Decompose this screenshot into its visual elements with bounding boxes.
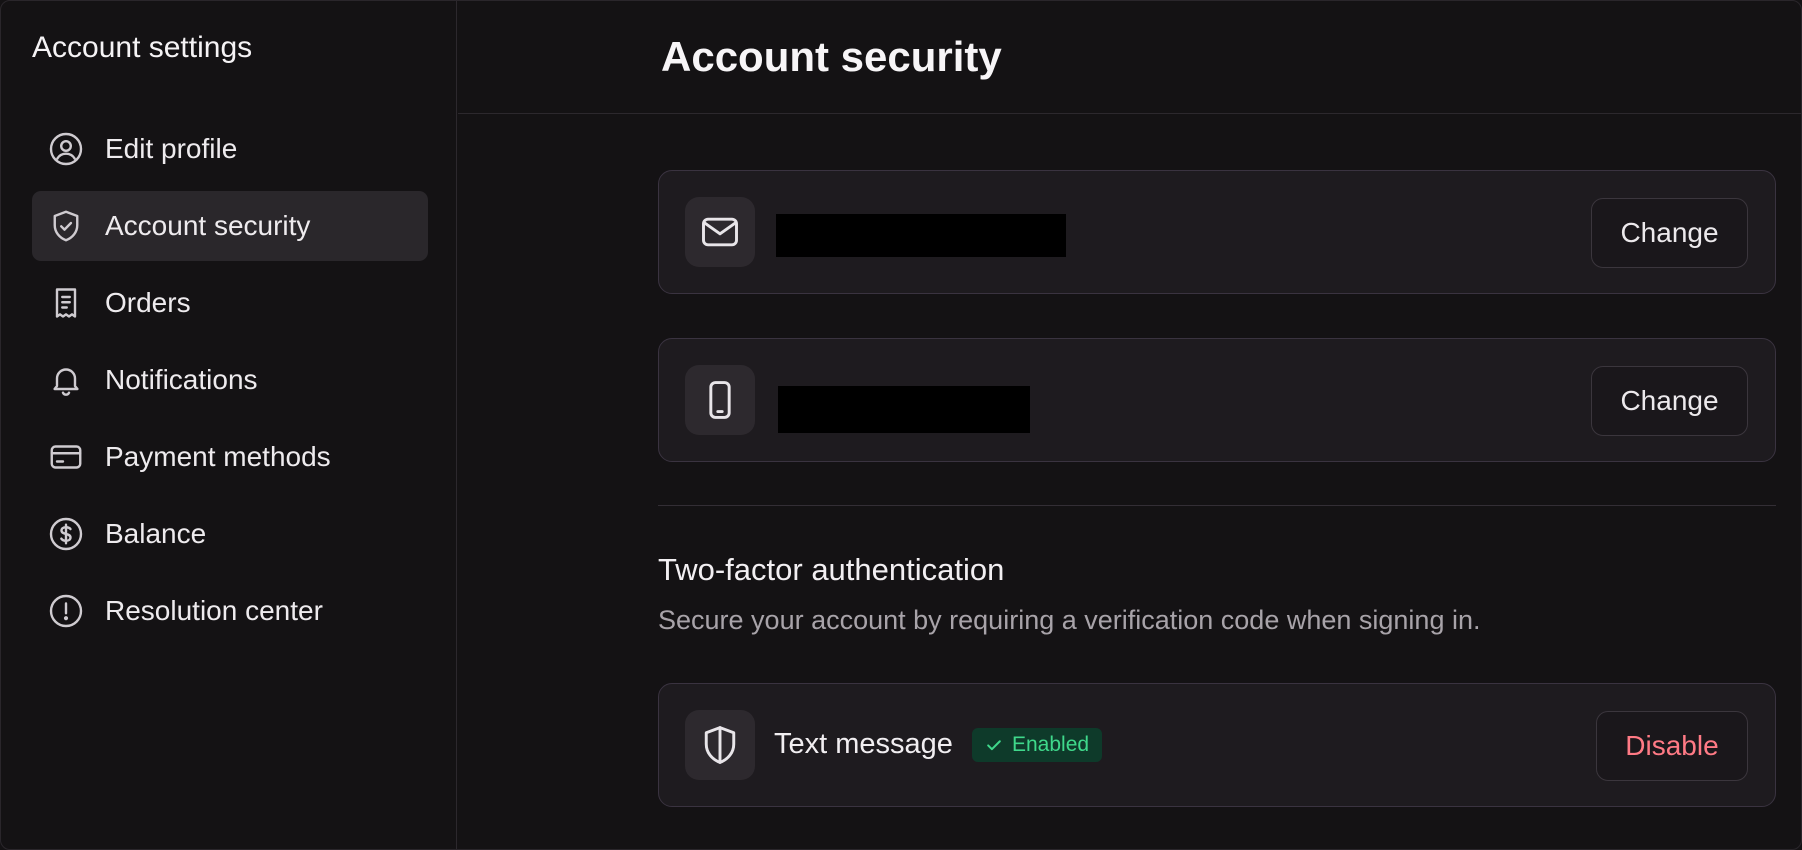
main-header: Account security	[458, 1, 1801, 114]
email-card: Change	[658, 170, 1776, 294]
sidebar-item-label: Orders	[105, 287, 191, 318]
two-factor-method-card: Text message Enabled Disable	[658, 683, 1776, 807]
method-label: Text message	[774, 728, 953, 760]
disable-two-factor-button[interactable]: Disable	[1596, 711, 1748, 781]
sidebar-item-notifications[interactable]: Notifications	[32, 345, 428, 415]
sidebar-item-label: Account security	[105, 210, 311, 241]
change-email-button[interactable]: Change	[1591, 198, 1748, 268]
mail-icon	[685, 197, 755, 267]
sidebar-nav: Edit profile Account security Orders Not…	[32, 114, 428, 653]
sidebar-item-label: Resolution center	[105, 595, 323, 626]
app-window: Account settings Edit profile Account se…	[0, 0, 1802, 850]
phone-card: Change	[658, 338, 1776, 462]
sidebar-item-account-security[interactable]: Account security	[32, 191, 428, 261]
sidebar-item-payment-methods[interactable]: Payment methods	[32, 422, 428, 492]
shield-icon	[685, 710, 755, 780]
two-factor-description: Secure your account by requiring a verif…	[658, 605, 1481, 635]
sidebar-item-edit-profile[interactable]: Edit profile	[32, 114, 428, 184]
sidebar-item-balance[interactable]: Balance	[32, 499, 428, 569]
status-badge: Enabled	[972, 728, 1103, 762]
sidebar-item-label: Balance	[105, 518, 207, 549]
section-divider	[658, 505, 1776, 506]
sidebar-item-orders[interactable]: Orders	[32, 268, 428, 338]
dollar-circle-icon	[48, 516, 84, 552]
bell-icon	[48, 362, 84, 398]
redacted-phone	[778, 386, 1030, 433]
alert-circle-icon	[48, 593, 84, 629]
sidebar-item-resolution-center[interactable]: Resolution center	[32, 576, 428, 646]
change-phone-button[interactable]: Change	[1591, 366, 1748, 436]
check-icon	[984, 735, 1004, 755]
page-title: Account security	[661, 33, 1002, 80]
sidebar-item-label: Payment methods	[105, 441, 331, 472]
sidebar-item-label: Edit profile	[105, 133, 238, 164]
user-circle-icon	[48, 131, 84, 167]
receipt-icon	[48, 285, 84, 321]
two-factor-title: Two-factor authentication	[658, 552, 1005, 587]
sidebar-item-label: Notifications	[105, 364, 258, 395]
smartphone-icon	[685, 365, 755, 435]
shield-check-icon	[48, 208, 84, 244]
sidebar-title: Account settings	[32, 31, 253, 64]
redacted-email	[776, 214, 1066, 257]
credit-card-icon	[48, 439, 84, 475]
settings-sidebar: Account settings Edit profile Account se…	[1, 1, 457, 849]
status-badge-label: Enabled	[1012, 733, 1090, 756]
